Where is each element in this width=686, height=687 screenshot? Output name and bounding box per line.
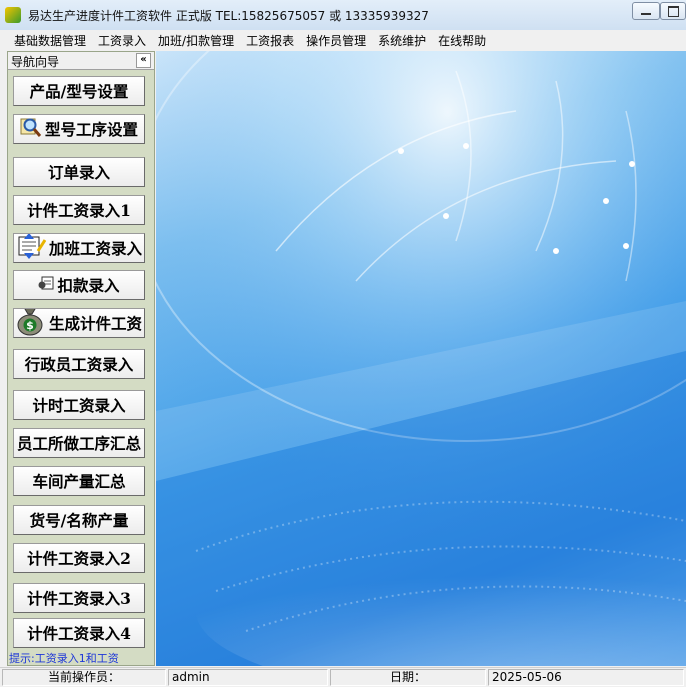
maximize-button[interactable] [660,2,686,20]
nav-employee-process-summary[interactable]: 员工所做工序汇总 [13,428,145,458]
nav-admin-staff-wage-entry[interactable]: 行政员工资录入 [13,349,145,379]
nav-button-label: 订单录入 [47,163,110,182]
nav-button-label: 计件工资录入4 [27,624,131,643]
overtime-icon [16,234,47,262]
nav-piece-wage-entry-3[interactable]: 计件工资录入3 [13,583,145,613]
menu-online-help[interactable]: 在线帮助 [432,32,492,49]
nav-button-label: 计件工资录入3 [27,589,131,608]
nav-button-label: 员工所做工序汇总 [16,434,141,453]
money-bag-icon: $ [14,309,46,337]
minimize-button[interactable] [632,2,660,20]
sidebar-header: 导航向导 « [8,52,154,70]
date-label: 日期： [330,669,486,686]
menu-basic-data[interactable]: 基础数据管理 [0,32,92,49]
main-background [156,51,686,666]
menu-overtime-deduction[interactable]: 加班/扣款管理 [152,32,240,49]
sidebar-hint: 提示:工资录入1和工资 [9,652,119,665]
sidebar-title: 导航向导 [11,55,60,69]
nav-overtime-wage-entry[interactable]: 加班工资录入 [13,233,145,263]
menu-bar: 基础数据管理 工资录入 加班/扣款管理 工资报表 操作员管理 系统维护 在线帮助 [0,30,686,50]
nav-item-name-output[interactable]: 货号/名称产量 [13,505,145,535]
nav-button-label: 扣款录入 [57,276,120,295]
nav-button-label: 车间产量汇总 [32,472,126,491]
nav-order-entry[interactable]: 订单录入 [13,157,145,187]
svg-text:$: $ [26,319,34,332]
globe-background-illustration [156,51,686,666]
collapse-sidebar-button[interactable]: « [136,53,151,68]
nav-hourly-wage-entry[interactable]: 计时工资录入 [13,390,145,420]
date-value: 2025-05-06 [488,669,684,686]
menu-system-maintenance[interactable]: 系统维护 [372,32,432,49]
nav-piece-wage-entry-1[interactable]: 计件工资录入1 [13,195,145,225]
nav-deduction-entry[interactable]: 扣款录入 [13,270,145,300]
nav-workshop-output-summary[interactable]: 车间产量汇总 [13,466,145,496]
nav-button-label: 计件工资录入2 [27,549,131,568]
nav-piece-wage-entry-4[interactable]: 计件工资录入4 [13,618,145,648]
nav-button-label: 型号工序设置 [44,120,138,139]
operator-value: admin [168,669,328,686]
nav-button-label: 生成计件工资 [49,314,143,333]
window-title: 易达生产进度计件工资软件 正式版 TEL:15825675057 或 13335… [28,9,429,23]
nav-button-label: 计件工资录入1 [27,201,131,220]
app-logo-icon [5,7,21,23]
menu-operator-management[interactable]: 操作员管理 [300,32,372,49]
title-bar: 易达生产进度计件工资软件 正式版 TEL:15825675057 或 13335… [0,0,686,31]
nav-button-label: 计时工资录入 [32,396,126,415]
status-bar: 当前操作员： admin 日期： 2025-05-06 [0,667,686,687]
deduction-icon [38,275,54,295]
magnifier-icon [20,116,42,142]
nav-product-model-settings[interactable]: 产品/型号设置 [13,76,145,106]
nav-button-label: 货号/名称产量 [29,511,129,530]
navigation-sidebar: 导航向导 « 产品/型号设置 型号工序设置 订单录入 计件工资录入1 加班工资录… [7,51,155,666]
nav-model-process-settings[interactable]: 型号工序设置 [13,114,145,144]
operator-label: 当前操作员： [2,669,166,686]
nav-button-label: 加班工资录入 [48,239,142,258]
menu-wage-entry[interactable]: 工资录入 [92,32,152,49]
menu-wage-reports[interactable]: 工资报表 [240,32,300,49]
nav-button-label: 产品/型号设置 [29,82,129,101]
nav-piece-wage-entry-2[interactable]: 计件工资录入2 [13,543,145,573]
nav-generate-piece-wage[interactable]: $ 生成计件工资 [13,308,145,338]
nav-button-label: 行政员工资录入 [24,355,134,374]
